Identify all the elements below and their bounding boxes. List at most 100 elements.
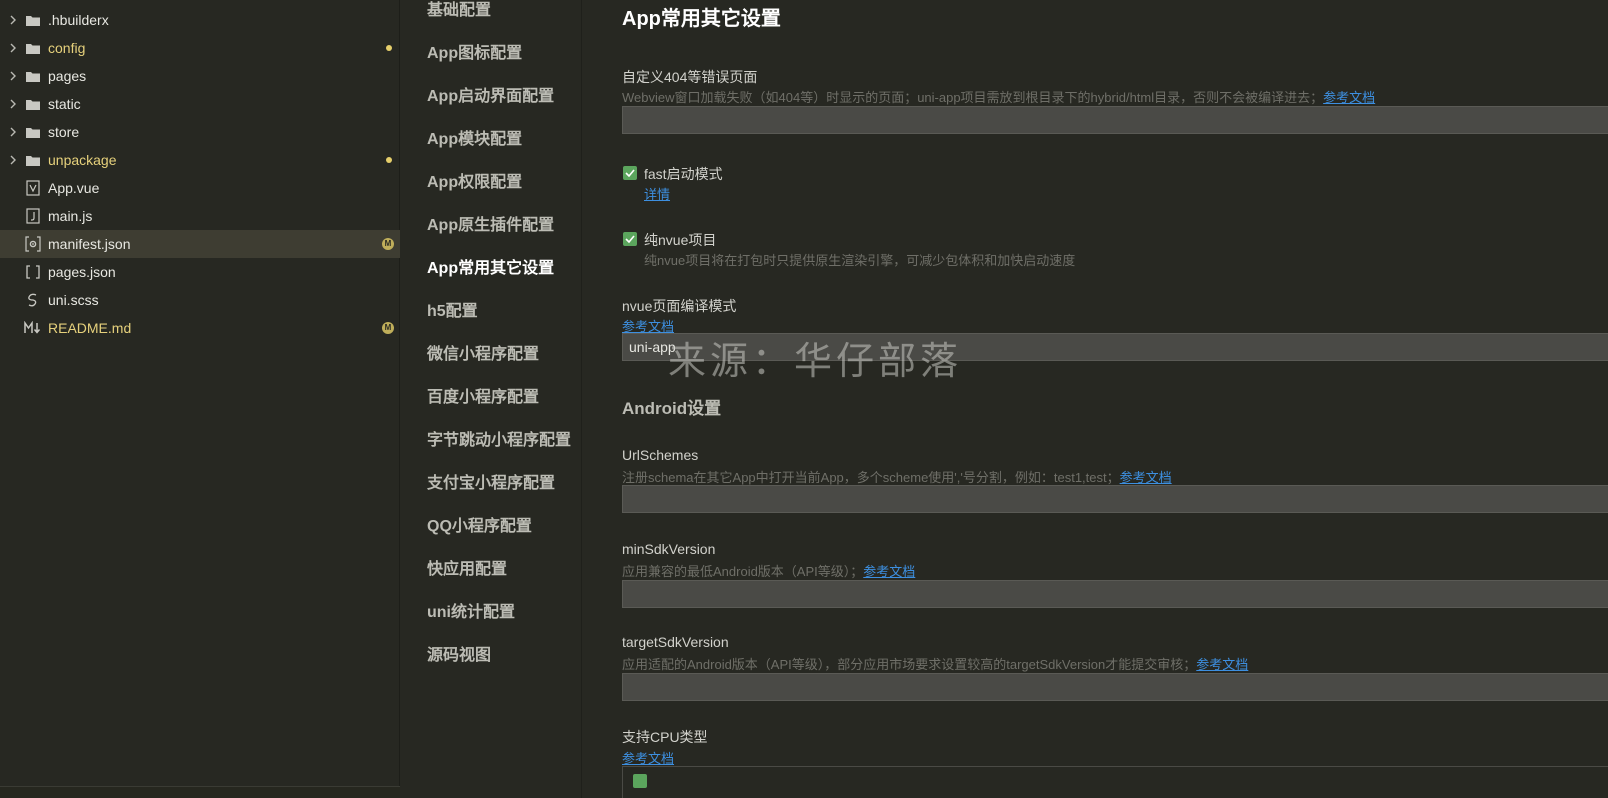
tree-folder-static[interactable]: static: [0, 90, 400, 118]
nav-item-app-icon[interactable]: App图标配置: [427, 44, 522, 64]
folder-icon: [24, 146, 42, 174]
folder-icon: [24, 34, 42, 62]
target-sdk-desc-row: 应用适配的Android版本（API等级），部分应用市场要求设置较高的targe…: [622, 654, 1248, 673]
nav-item-source-view[interactable]: 源码视图: [427, 646, 491, 666]
nav-item-toutiao-mp[interactable]: 字节跳动小程序配置: [427, 431, 571, 451]
nav-item-app-native-plugins[interactable]: App原生插件配置: [427, 216, 554, 236]
tree-item-label: manifest.json: [48, 236, 131, 252]
error-page-desc-row: Webview窗口加载失败（如404等）时显示的页面；uni-app项目需放到根…: [622, 87, 1375, 106]
modified-dot-icon: [386, 157, 392, 163]
tree-item-label: unpackage: [48, 152, 117, 168]
cpu-type-checkbox[interactable]: [633, 774, 647, 788]
tree-file-pages-json[interactable]: pages.json: [0, 258, 400, 286]
tree-item-label: App.vue: [48, 180, 100, 196]
checkmark-icon: [625, 169, 635, 177]
chevron-right-icon[interactable]: [8, 90, 18, 118]
nav-item-app-permissions[interactable]: App权限配置: [427, 173, 522, 193]
nav-item-app-modules[interactable]: App模块配置: [427, 130, 522, 150]
cpu-types-list: [622, 766, 1608, 798]
nav-item-app-splash[interactable]: App启动界面配置: [427, 87, 554, 107]
manifest-section-nav: 基础配置 App图标配置 App启动界面配置 App模块配置 App权限配置 A…: [401, 0, 582, 798]
folder-icon: [24, 62, 42, 90]
explorer-status-strip: [0, 786, 400, 798]
file-explorer: .hbuilderx config pages static store unp…: [0, 0, 400, 798]
fast-mode-details-link[interactable]: 详情: [644, 184, 670, 203]
tree-folder-hbuilderx[interactable]: .hbuilderx: [0, 6, 400, 34]
nvue-compile-select[interactable]: uni-app: [622, 333, 1608, 361]
cpu-types-doc-link[interactable]: 参考文档: [622, 748, 674, 767]
json-file-icon: [24, 258, 42, 286]
min-sdk-desc-row: 应用兼容的最低Android版本（API等级）；参考文档: [622, 561, 915, 580]
markdown-file-icon: [24, 314, 42, 342]
url-schemes-doc-link[interactable]: 参考文档: [1120, 471, 1172, 486]
page-title: App常用其它设置: [622, 8, 781, 30]
tree-file-manifest-json[interactable]: manifest.json M: [0, 230, 400, 258]
folder-icon: [24, 90, 42, 118]
nav-item-app-other-settings[interactable]: App常用其它设置: [427, 259, 554, 279]
tree-file-main-js[interactable]: main.js: [0, 202, 400, 230]
nav-item-uni-stat[interactable]: uni统计配置: [427, 603, 515, 623]
checkmark-icon: [625, 235, 635, 243]
target-sdk-input[interactable]: [622, 673, 1608, 701]
pure-nvue-label: 纯nvue项目: [644, 232, 717, 248]
nav-item-quickapp[interactable]: 快应用配置: [427, 560, 507, 580]
chevron-right-icon[interactable]: [8, 6, 18, 34]
nav-item-weixin-mp[interactable]: 微信小程序配置: [427, 345, 539, 365]
tree-item-label: .hbuilderx: [48, 12, 109, 28]
tree-folder-unpackage[interactable]: unpackage: [0, 146, 400, 174]
tree-file-uni-scss[interactable]: uni.scss: [0, 286, 400, 314]
fast-mode-label: fast启动模式: [644, 166, 723, 182]
android-section-heading: Android设置: [622, 399, 722, 418]
url-schemes-desc-row: 注册schema在其它App中打开当前App，多个scheme使用','号分割，…: [622, 467, 1172, 486]
url-schemes-desc: 注册schema在其它App中打开当前App，多个scheme使用','号分割，…: [622, 470, 1120, 485]
tree-item-label: pages.json: [48, 264, 116, 280]
tree-file-readme-md[interactable]: README.md M: [0, 314, 400, 342]
min-sdk-doc-link[interactable]: 参考文档: [863, 565, 915, 580]
error-page-doc-link[interactable]: 参考文档: [1323, 91, 1375, 106]
vue-file-icon: [24, 174, 42, 202]
min-sdk-input[interactable]: [622, 580, 1608, 608]
url-schemes-label: UrlSchemes: [622, 447, 699, 463]
chevron-right-icon[interactable]: [8, 146, 18, 174]
min-sdk-label: minSdkVersion: [622, 541, 716, 557]
settings-panel: App常用其它设置 自定义404等错误页面 Webview窗口加载失败（如404…: [582, 0, 1608, 798]
tree-folder-config[interactable]: config: [0, 34, 400, 62]
tree-item-label: main.js: [48, 208, 93, 224]
chevron-right-icon[interactable]: [8, 62, 18, 90]
settings-file-icon: [24, 230, 42, 258]
modified-badge: M: [382, 238, 394, 250]
chevron-right-icon[interactable]: [8, 34, 18, 62]
nav-item-basic[interactable]: 基础配置: [427, 1, 491, 21]
tree-item-label: README.md: [48, 320, 132, 336]
tree-item-label: config: [48, 40, 86, 56]
nvue-compile-label: nvue页面编译模式: [622, 298, 737, 314]
target-sdk-label: targetSdkVersion: [622, 634, 729, 650]
min-sdk-desc: 应用兼容的最低Android版本（API等级）；: [622, 564, 864, 579]
tree-folder-pages[interactable]: pages: [0, 62, 400, 90]
tree-file-app-vue[interactable]: App.vue: [0, 174, 400, 202]
url-schemes-input[interactable]: [622, 485, 1608, 513]
modified-dot-icon: [386, 45, 392, 51]
target-sdk-doc-link[interactable]: 参考文档: [1196, 658, 1248, 673]
nav-item-h5[interactable]: h5配置: [427, 302, 478, 322]
error-page-input[interactable]: [622, 106, 1608, 134]
nav-item-alipay-mp[interactable]: 支付宝小程序配置: [427, 474, 555, 494]
cpu-types-label: 支持CPU类型: [622, 729, 708, 745]
scss-file-icon: [24, 286, 42, 314]
error-page-desc: Webview窗口加载失败（如404等）时显示的页面；uni-app项目需放到根…: [622, 90, 1324, 105]
nav-item-qq-mp[interactable]: QQ小程序配置: [427, 517, 532, 537]
tree-item-label: store: [48, 124, 80, 140]
folder-icon: [24, 6, 42, 34]
tree-folder-store[interactable]: store: [0, 118, 400, 146]
nav-item-baidu-mp[interactable]: 百度小程序配置: [427, 388, 539, 408]
js-file-icon: [24, 202, 42, 230]
chevron-right-icon[interactable]: [8, 118, 18, 146]
pure-nvue-desc: 纯nvue项目将在打包时只提供原生渲染引擎，可减少包体积和加快启动速度: [644, 253, 1076, 268]
fast-mode-checkbox[interactable]: [623, 166, 637, 180]
tree-item-label: static: [48, 96, 81, 112]
error-page-label: 自定义404等错误页面: [622, 69, 758, 85]
tree-item-label: pages: [48, 68, 87, 84]
folder-icon: [24, 118, 42, 146]
tree-item-label: uni.scss: [48, 292, 99, 308]
pure-nvue-checkbox[interactable]: [623, 232, 637, 246]
